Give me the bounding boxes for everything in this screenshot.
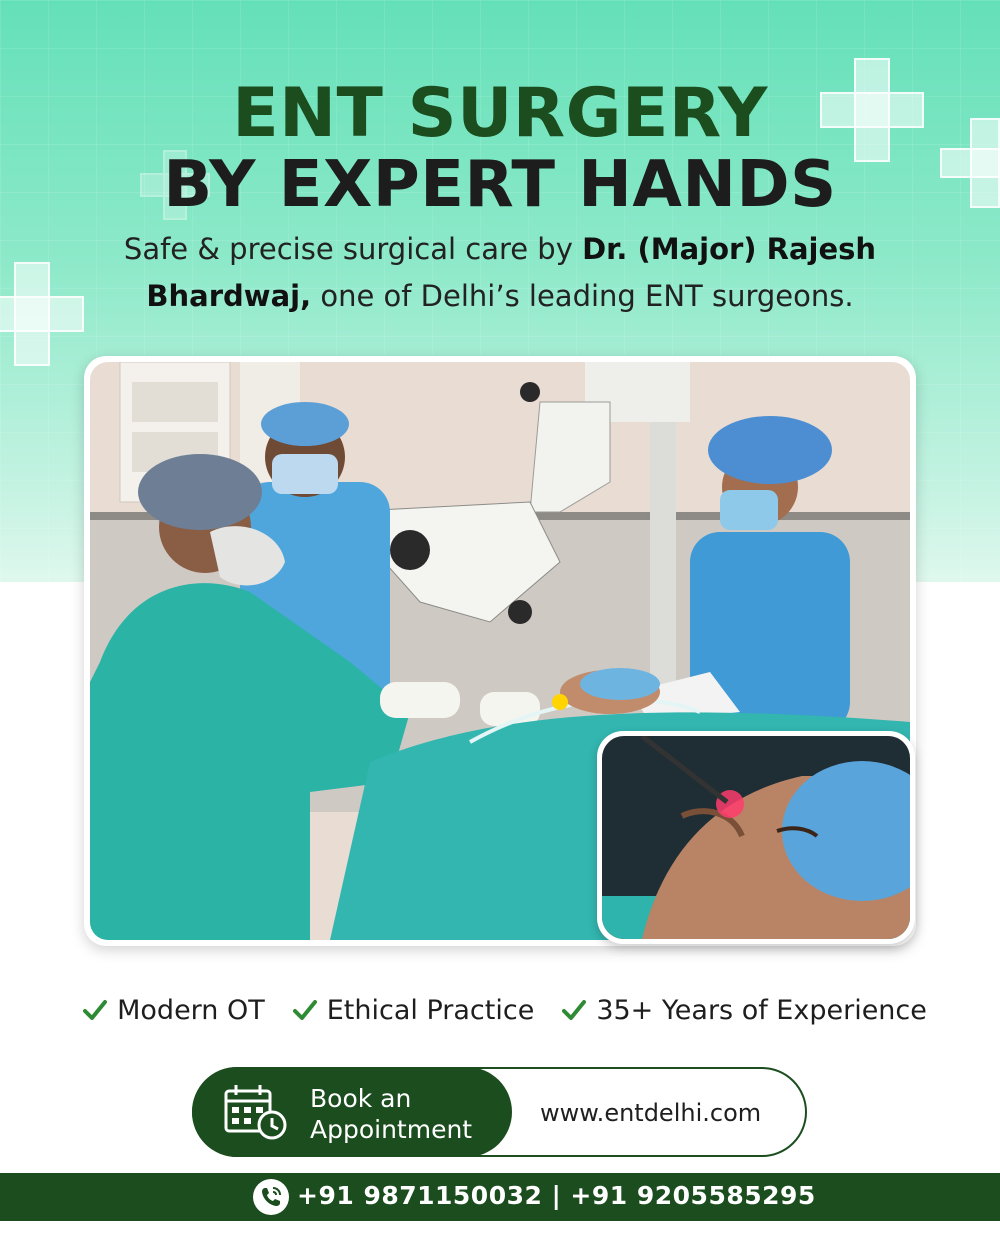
- feature-label: Modern OT: [117, 994, 265, 1026]
- feature-label: Ethical Practice: [326, 994, 535, 1026]
- subheadline-outro: one of Delhi’s leading ENT surgeons.: [311, 279, 854, 313]
- calendar-clock-icon: [224, 1085, 287, 1140]
- contact-footer: +91 9871150032 | +91 9205585295: [0, 1173, 1000, 1221]
- ad-page: ENT SURGERY BY EXPERT HANDS Safe & preci…: [0, 0, 1000, 1250]
- book-appointment-label: Book an Appointment: [310, 1083, 500, 1145]
- feature-ethical-practice: Ethical Practice: [279, 995, 549, 1026]
- phone-icon: [253, 1179, 289, 1215]
- feature-modern-ot: Modern OT: [69, 995, 279, 1026]
- check-icon: [83, 1000, 108, 1020]
- check-icon: [562, 1000, 587, 1020]
- headline-line-2: BY EXPERT HANDS: [163, 148, 837, 222]
- subheadline-intro: Safe & precise surgical care by: [123, 232, 583, 266]
- phone-numbers[interactable]: +91 9871150032 | +91 9205585295: [297, 1181, 816, 1210]
- cta-line-2: Appointment: [310, 1115, 473, 1144]
- closeup-photo-frame: [597, 731, 915, 944]
- cta-line-1: Book an: [310, 1084, 412, 1113]
- headline-line-1: ENT SURGERY: [232, 74, 768, 153]
- feature-label: 35+ Years of Experience: [596, 994, 927, 1026]
- book-appointment-button[interactable]: Book an Appointment: [192, 1067, 512, 1157]
- check-icon: [292, 1000, 317, 1020]
- phone-icon-glyph: [262, 1187, 281, 1206]
- subheadline: Safe & precise surgical care by Dr. (Maj…: [70, 226, 930, 320]
- appointment-cta: Book an Appointment www.entdelhi.com: [192, 1067, 807, 1157]
- closeup-illustration: [602, 736, 910, 939]
- closeup-photo: [602, 736, 910, 939]
- website-link[interactable]: www.entdelhi.com: [540, 1099, 761, 1127]
- features-row: Modern OT Ethical Practice 35+ Years of …: [70, 985, 940, 1035]
- feature-experience: 35+ Years of Experience: [548, 995, 941, 1026]
